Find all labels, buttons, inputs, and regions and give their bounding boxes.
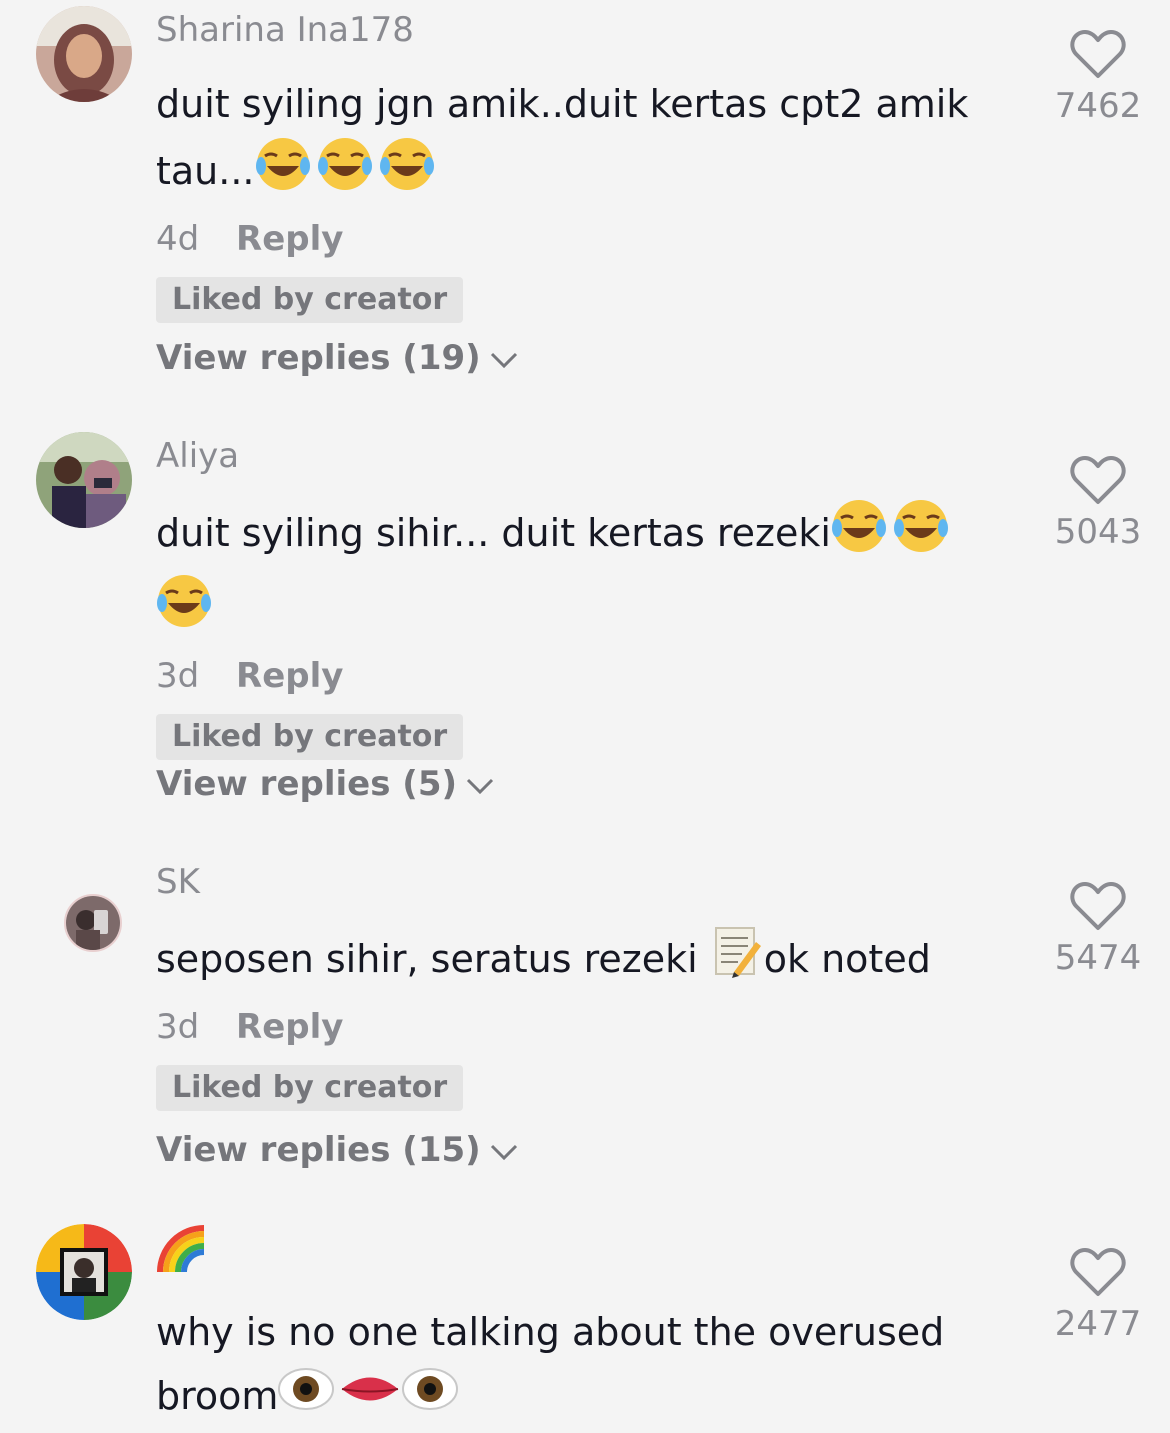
comment-text: duit syiling jgn amik..duit kertas cpt2 …: [156, 72, 996, 211]
comment-time: 4d: [156, 219, 200, 259]
comment-meta: 3d Reply: [156, 1007, 996, 1047]
comment-time: 3d: [156, 1007, 200, 1047]
eyes-lips-emoji-icon: [278, 1364, 459, 1433]
like-count: 5474: [1054, 938, 1142, 978]
like-button[interactable]: 7462: [1040, 28, 1156, 126]
reply-button[interactable]: Reply: [236, 1007, 343, 1047]
rainbow-emoji-icon[interactable]: [156, 1224, 996, 1274]
view-replies-button[interactable]: View replies (5): [156, 764, 495, 804]
liked-by-creator-badge: Liked by creator: [156, 277, 464, 323]
heart-outline-icon: [1070, 882, 1126, 930]
comment-meta: 3d Reply: [156, 656, 996, 696]
like-button[interactable]: 5474: [1040, 880, 1156, 978]
like-button[interactable]: 2477: [1040, 1246, 1156, 1344]
like-count: 2477: [1054, 1304, 1142, 1344]
chevron-down-icon: [490, 1144, 517, 1160]
comment-text: why is no one talking about the overused…: [156, 1300, 996, 1433]
liked-by-creator-badge: Liked by creator: [156, 1065, 464, 1111]
chevron-down-icon: [490, 352, 517, 368]
username[interactable]: SK: [156, 862, 996, 902]
avatar[interactable]: [64, 894, 122, 952]
comment-text: seposen sihir, seratus rezeki ok noted: [156, 924, 996, 999]
reply-button[interactable]: Reply: [236, 219, 343, 259]
heart-outline-icon: [1070, 30, 1126, 78]
like-button[interactable]: 5043: [1040, 454, 1156, 552]
memo-emoji-icon: [712, 924, 762, 999]
username[interactable]: Sharina Ina178: [156, 10, 996, 50]
view-replies-button[interactable]: View replies (15): [156, 1130, 519, 1170]
liked-by-creator-badge: Liked by creator: [156, 714, 464, 760]
comment-text: duit syiling sihir... duit kertas rezeki: [156, 498, 996, 648]
tears-of-joy-emoji-icon: [255, 136, 437, 211]
heart-outline-icon: [1070, 1248, 1126, 1296]
avatar[interactable]: [36, 1224, 132, 1320]
avatar[interactable]: [36, 432, 132, 528]
avatar[interactable]: [36, 6, 132, 102]
like-count: 5043: [1054, 512, 1142, 552]
reply-button[interactable]: Reply: [236, 656, 343, 696]
comment-meta: 4d Reply: [156, 219, 996, 259]
chevron-down-icon: [466, 778, 494, 794]
tears-of-joy-emoji-icon: [156, 573, 214, 648]
view-replies-button[interactable]: View replies (19): [156, 338, 519, 378]
username[interactable]: Aliya: [156, 436, 996, 476]
heart-outline-icon: [1070, 456, 1126, 504]
tears-of-joy-emoji-icon: [831, 498, 951, 573]
like-count: 7462: [1054, 86, 1142, 126]
comment-time: 3d: [156, 656, 200, 696]
